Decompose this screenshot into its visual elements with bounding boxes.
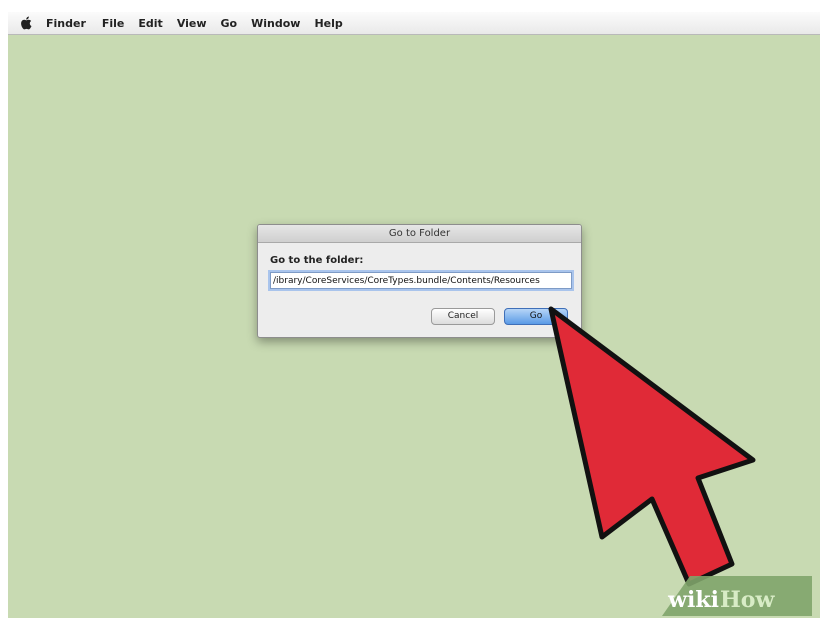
- menu-file[interactable]: File: [102, 17, 125, 30]
- go-button[interactable]: Go: [504, 308, 568, 325]
- menu-bar: Finder File Edit View Go Window Help: [8, 12, 820, 35]
- go-to-folder-dialog: Go to Folder Go to the folder: Cancel Go: [257, 224, 582, 338]
- apple-menu-icon[interactable]: [20, 16, 32, 30]
- dialog-title: Go to Folder: [258, 225, 581, 243]
- watermark-how-text: How: [720, 587, 775, 613]
- menu-finder[interactable]: Finder: [46, 17, 86, 30]
- cancel-button[interactable]: Cancel: [431, 308, 495, 325]
- red-arrow-icon: [548, 306, 756, 587]
- wikihow-watermark: wiki How: [662, 576, 812, 616]
- menu-help[interactable]: Help: [314, 17, 342, 30]
- folder-field-label: Go to the folder:: [270, 255, 364, 266]
- desktop[interactable]: Finder File Edit View Go Window Help Go …: [8, 12, 820, 618]
- watermark-wiki-text: wiki: [667, 587, 719, 613]
- menu-edit[interactable]: Edit: [138, 17, 162, 30]
- menu-go[interactable]: Go: [221, 17, 238, 30]
- menu-view[interactable]: View: [177, 17, 207, 30]
- folder-path-input[interactable]: [270, 272, 572, 289]
- menu-window[interactable]: Window: [251, 17, 300, 30]
